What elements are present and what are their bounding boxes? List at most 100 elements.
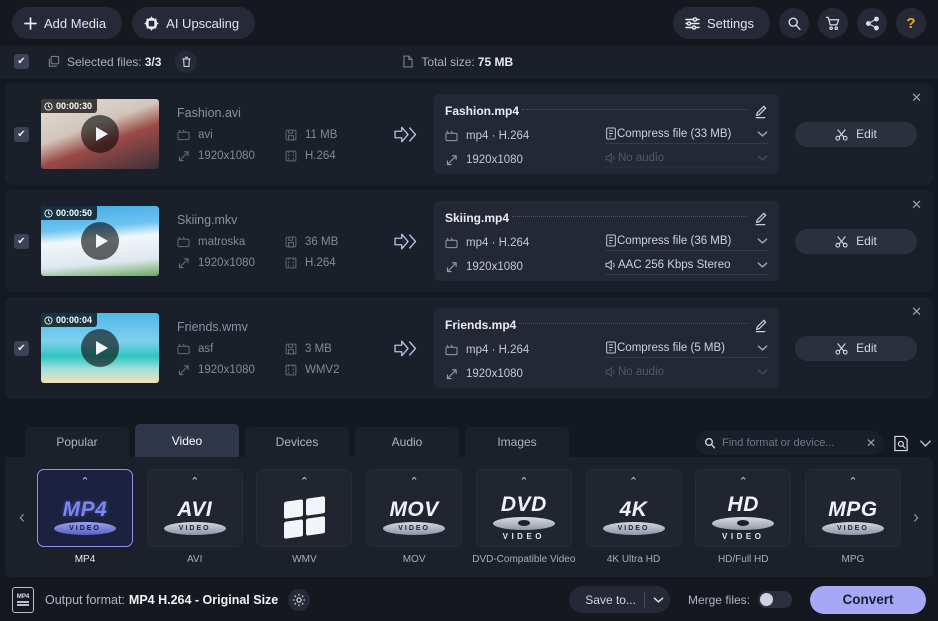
top-toolbar: Add Media AI Upscaling Settings ? — [0, 0, 938, 46]
delete-selected-button[interactable] — [175, 50, 198, 73]
scissors-icon — [835, 235, 848, 248]
save-to-button[interactable]: Save to... — [569, 586, 670, 613]
output-filename: Fashion.mp4 — [445, 104, 520, 118]
chevron-up-icon[interactable]: ⌃ — [80, 477, 89, 488]
tab-label: Devices — [275, 435, 319, 449]
mp4-doc-label: MP4 — [16, 593, 30, 600]
chevron-up-icon[interactable]: ⌃ — [410, 477, 419, 488]
chevron-right-icon[interactable]: › — [905, 507, 927, 528]
format-logo-sub: VIDEO — [163, 522, 226, 535]
copy-files-icon — [47, 55, 60, 68]
tab-images[interactable]: Images — [465, 427, 569, 457]
compress-value: Compress file (33 MB) — [617, 127, 732, 140]
format-card-caption: WMV — [292, 554, 317, 565]
compress-dropdown[interactable]: Compress file (5 MB) — [605, 341, 768, 358]
pencil-icon[interactable] — [753, 104, 768, 119]
duration-badge: 00:00:04 — [41, 313, 98, 327]
tab-devices[interactable]: Devices — [245, 427, 349, 457]
pencil-icon[interactable] — [753, 211, 768, 226]
edit-button[interactable]: Edit — [795, 335, 917, 361]
compress-value: Compress file (36 MB) — [617, 234, 732, 247]
resize-icon — [177, 150, 190, 163]
add-media-button[interactable]: Add Media — [12, 7, 123, 39]
film-icon — [445, 130, 458, 142]
settings-label: Settings — [707, 15, 754, 31]
video-thumbnail[interactable]: 00:00:30 — [41, 99, 159, 169]
chevron-up-icon[interactable]: ⌃ — [739, 477, 748, 488]
convert-button[interactable]: Convert — [810, 585, 926, 614]
audio-dropdown: No audio — [605, 152, 768, 168]
source-resolution: 1920x1080 — [177, 150, 285, 163]
source-codec-value: H.264 — [305, 257, 336, 269]
play-icon[interactable] — [81, 115, 119, 153]
share-button[interactable] — [857, 8, 887, 38]
file-row[interactable]: ✔ 00:00:50 Skiing.mkv matroska 36 MB 192… — [5, 190, 933, 292]
file-checkbox[interactable]: ✔ — [14, 233, 29, 249]
file-checkbox[interactable]: ✔ — [14, 340, 29, 356]
output-resolution-value: 1920x1080 — [466, 154, 523, 166]
close-icon[interactable]: ✕ — [911, 305, 922, 318]
gear-icon[interactable] — [288, 588, 311, 611]
settings-button[interactable]: Settings — [673, 7, 770, 39]
format-card-caption: AVI — [187, 554, 203, 565]
chevron-up-icon[interactable]: ⌃ — [848, 477, 857, 488]
edit-button[interactable]: Edit — [795, 228, 917, 254]
chevron-down-icon[interactable] — [919, 439, 932, 448]
format-card-hd[interactable]: ⌃ HD VIDEO HD/Full HD — [693, 469, 793, 565]
share-icon — [865, 16, 880, 31]
chevron-down-icon[interactable] — [653, 596, 664, 604]
saved-search-icon[interactable] — [893, 435, 909, 452]
clock-icon — [44, 315, 53, 325]
format-card-caption: 4K Ultra HD — [606, 554, 661, 565]
close-icon[interactable]: ✕ — [866, 436, 876, 450]
pencil-icon[interactable] — [753, 318, 768, 333]
format-card-mp4[interactable]: ⌃ MP4 VIDEO MP4 — [35, 469, 135, 565]
search-input[interactable]: Find format or device... ✕ — [696, 431, 884, 455]
play-icon[interactable] — [81, 222, 119, 260]
merge-files-group: Merge files: — [688, 591, 792, 608]
file-row[interactable]: ✔ 00:00:04 Friends.wmv asf 3 MB 1920x108… — [5, 297, 933, 399]
compress-dropdown[interactable]: Compress file (36 MB) — [605, 234, 768, 251]
format-card-mpg[interactable]: ⌃ MPG VIDEO MPG — [803, 469, 903, 565]
format-card-dvd[interactable]: ⌃ DVD VIDEO DVD-Compatible Video — [472, 469, 575, 565]
format-card-avi[interactable]: ⌃ AVI VIDEO AVI — [145, 469, 245, 565]
chevron-up-icon[interactable]: ⌃ — [519, 477, 528, 488]
help-button[interactable]: ? — [896, 8, 926, 38]
tab-popular[interactable]: Popular — [25, 427, 129, 457]
checkmark-icon: ✔ — [17, 342, 26, 354]
chevron-down-icon — [757, 344, 768, 352]
video-thumbnail[interactable]: 00:00:50 — [41, 206, 159, 276]
video-thumbnail[interactable]: 00:00:04 — [41, 313, 159, 383]
ai-upscaling-button[interactable]: AI Upscaling — [132, 7, 256, 39]
file-checkbox[interactable]: ✔ — [14, 126, 29, 142]
format-card-wmv[interactable]: ⌃ WMV — [254, 469, 354, 565]
close-icon[interactable]: ✕ — [911, 91, 922, 104]
select-all-checkbox[interactable]: ✔ — [14, 54, 29, 69]
source-size: 3 MB — [285, 343, 387, 355]
disc-shape — [712, 516, 775, 530]
audio-dropdown[interactable]: AAC 256 Kbps Stereo — [605, 259, 768, 275]
chevron-up-icon[interactable]: ⌃ — [190, 477, 199, 488]
chevron-up-icon[interactable]: ⌃ — [300, 477, 309, 488]
chevron-up-icon[interactable]: ⌃ — [629, 477, 638, 488]
format-logo-text: MPG — [828, 498, 878, 521]
chevron-down-icon — [757, 237, 768, 245]
format-logo: AVI VIDEO — [163, 488, 226, 546]
compress-dropdown[interactable]: Compress file (33 MB) — [605, 127, 768, 144]
format-card-mov[interactable]: ⌃ MOV VIDEO MOV — [364, 469, 464, 565]
close-icon[interactable]: ✕ — [911, 198, 922, 211]
edit-button[interactable]: Edit — [795, 121, 917, 147]
source-codec: H.264 — [285, 257, 387, 270]
double-arrow-right-icon — [393, 338, 420, 359]
play-icon[interactable] — [81, 329, 119, 367]
search-button[interactable] — [779, 8, 809, 38]
format-card-4k[interactable]: ⌃ 4K VIDEO 4K Ultra HD — [584, 469, 684, 565]
format-logo-sub: VIDEO — [383, 522, 446, 535]
tab-audio[interactable]: Audio — [355, 427, 459, 457]
tab-video[interactable]: Video — [135, 424, 239, 457]
chevron-left-icon[interactable]: ‹ — [11, 507, 33, 528]
cart-button[interactable] — [818, 8, 848, 38]
format-logo: MOV VIDEO — [383, 488, 446, 546]
file-row[interactable]: ✔ 00:00:30 Fashion.avi avi 11 MB 1920x10… — [5, 83, 933, 185]
merge-files-toggle[interactable] — [758, 591, 792, 608]
